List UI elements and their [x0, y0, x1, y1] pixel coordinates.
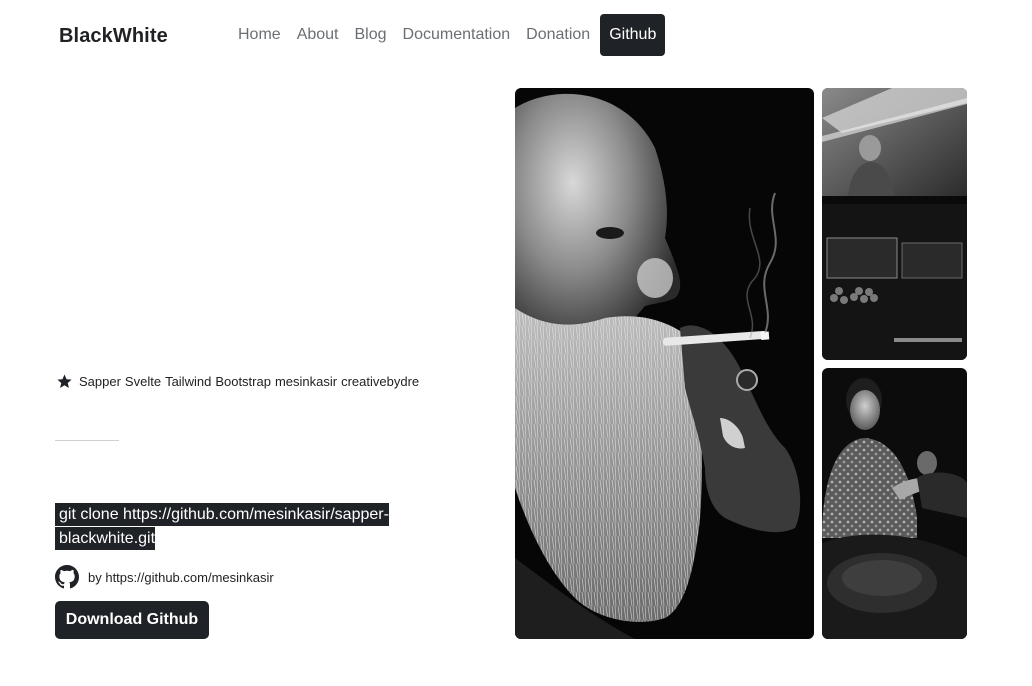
tag-creativebydre: creativebydre: [341, 374, 420, 389]
photo-market-vendor: [822, 88, 967, 360]
star-icon: [57, 374, 72, 388]
nav-menu: Home About Blog Documentation Donation G…: [230, 14, 666, 56]
tag-list: Sapper Svelte Tailwind Bootstrap mesinka…: [56, 373, 423, 390]
nav-item-documentation[interactable]: Documentation: [395, 14, 519, 56]
download-github-button[interactable]: Download Github: [55, 601, 209, 639]
gallery-image-market-vendor[interactable]: [822, 88, 967, 360]
tag-bootstrap: Bootstrap: [215, 374, 271, 389]
nav-item-donation[interactable]: Donation: [518, 14, 598, 56]
author-byline: by https://github.com/mesinkasir: [55, 565, 274, 589]
tag-mesinkasir: mesinkasir: [274, 374, 338, 389]
photo-man-smoking: [515, 88, 814, 639]
brand-logo[interactable]: BlackWhite: [59, 25, 168, 48]
tag-sapper: Sapper: [79, 374, 121, 389]
tag-svelte: Svelte: [124, 374, 162, 389]
nav-item-home[interactable]: Home: [230, 14, 289, 56]
byline-text: by https://github.com/mesinkasir: [88, 569, 274, 585]
github-icon: [55, 565, 79, 589]
divider: [55, 440, 119, 441]
nav-item-about[interactable]: About: [289, 14, 347, 56]
clone-command: git clone https://github.com/mesinkasir/…: [55, 503, 415, 551]
nav-item-blog[interactable]: Blog: [347, 14, 395, 56]
clone-command-text: git clone https://github.com/mesinkasir/…: [55, 503, 389, 550]
nav-item-github[interactable]: Github: [600, 14, 666, 56]
gallery-image-market-woman[interactable]: [822, 368, 967, 639]
photo-market-woman: [822, 368, 967, 639]
gallery-image-man-smoking[interactable]: [515, 88, 814, 639]
navbar: BlackWhite Home About Blog Documentation…: [0, 0, 1032, 72]
tag-tailwind: Tailwind: [165, 374, 212, 389]
